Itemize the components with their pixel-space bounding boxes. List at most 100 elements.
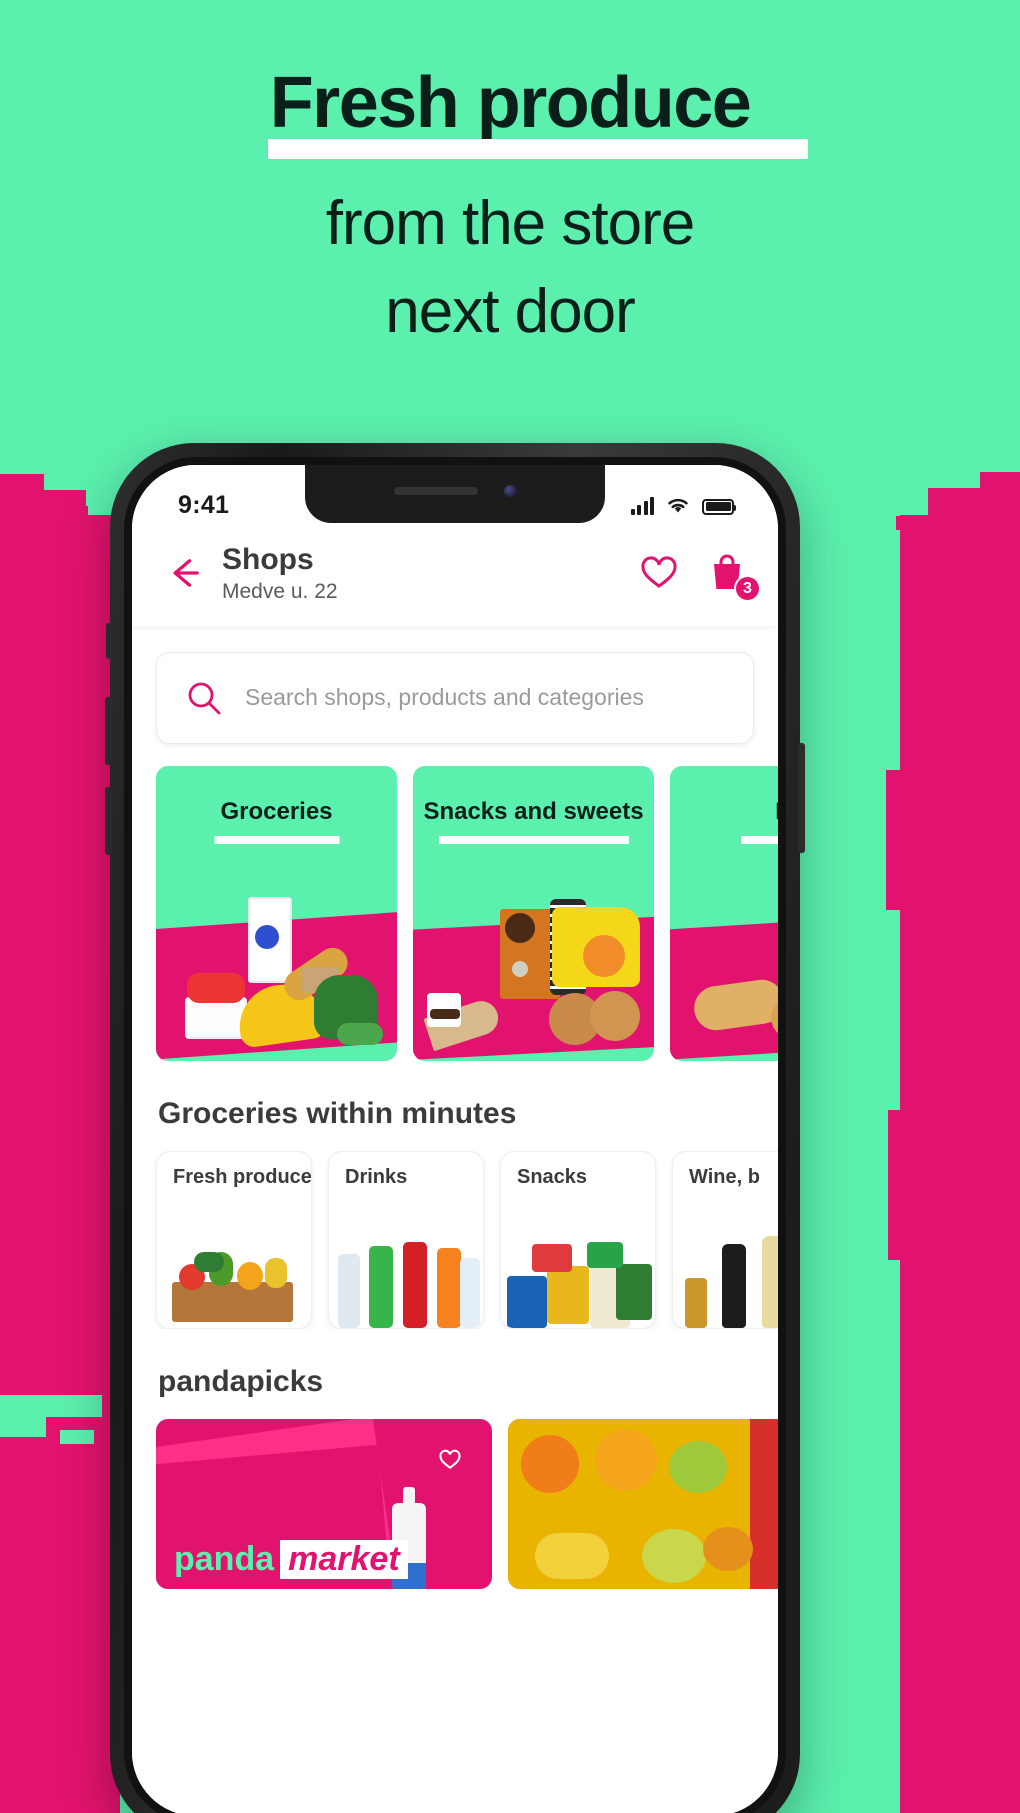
subcategory-tile-drinks[interactable]: Drinks <box>328 1150 484 1329</box>
torn-notch <box>0 1395 102 1417</box>
cellular-bars-icon <box>630 496 654 515</box>
pandapicks-card-produce[interactable] <box>508 1418 778 1589</box>
category-card-underline <box>740 835 778 844</box>
category-card-image <box>670 856 778 1061</box>
phone-bezel: 9:41 Shops Medve u. 22 3 Search shops, p… <box>124 457 786 1813</box>
pepper <box>264 1257 287 1288</box>
phone-screen: 9:41 Shops Medve u. 22 3 Search shops, p… <box>132 465 778 1813</box>
phone-power-button[interactable] <box>798 743 805 853</box>
fanta-bottle <box>436 1247 461 1328</box>
subcategory-tile-wine-beer[interactable]: Wine, b <box>672 1150 778 1329</box>
subcategory-tile-label: Snacks <box>517 1165 588 1188</box>
heart-outline-icon <box>439 1449 461 1469</box>
subcategory-tile-label: Wine, b <box>689 1165 760 1188</box>
hero-headline-text: Fresh produce <box>269 63 752 143</box>
subcategory-tile-snacks[interactable]: Snacks <box>500 1150 656 1329</box>
cart-button[interactable]: 3 <box>706 551 761 602</box>
phone-notch <box>305 465 605 523</box>
page-subtitle: Medve u. 22 <box>222 579 338 603</box>
pandamarket-logo-part1: panda <box>174 1539 275 1578</box>
app-header: Shops Medve u. 22 3 <box>132 529 778 626</box>
arrow-left-icon[interactable] <box>162 551 206 595</box>
cart-count-badge: 3 <box>734 575 761 602</box>
cereal-box-logo <box>504 912 535 943</box>
pandamarket-logo: panda market <box>174 1539 408 1579</box>
green-grapes <box>669 1440 728 1493</box>
wine-bottle <box>762 1235 778 1328</box>
search-input[interactable] <box>245 684 725 711</box>
torn-notch <box>0 1417 46 1437</box>
pandapicks-favorite-button[interactable] <box>426 1434 474 1483</box>
torn-paper-left-body <box>0 515 120 1813</box>
pandapicks-carousel[interactable]: panda market <box>132 1399 778 1589</box>
orange <box>702 1526 753 1571</box>
water-bottle <box>459 1257 480 1328</box>
orange <box>595 1428 658 1491</box>
phone-mockup: 9:41 Shops Medve u. 22 3 Search shops, p… <box>105 443 805 1813</box>
pandamarket-logo-part2: market <box>280 1539 408 1579</box>
phone-volume-up-button[interactable] <box>105 697 112 765</box>
status-indicators <box>630 496 736 515</box>
category-carousel[interactable]: Groceries Snacks and sweets <box>132 744 778 1061</box>
water-bottle <box>338 1253 361 1328</box>
search-icon <box>188 682 221 714</box>
section-title-groceries-within-minutes: Groceries within minutes <box>158 1096 517 1130</box>
search-bar[interactable] <box>156 651 754 744</box>
candy-pack <box>531 1243 572 1272</box>
status-time: 9:41 <box>178 490 230 519</box>
pandapicks-card-pandamarket[interactable]: panda market <box>156 1418 492 1589</box>
torn-fragment <box>888 1110 900 1260</box>
favorites-button[interactable] <box>638 551 680 593</box>
category-card-snacks-and-sweets[interactable]: Snacks and sweets <box>413 765 654 1061</box>
torn-fragment <box>886 770 900 910</box>
subcategory-tile-fresh-produce[interactable]: Fresh produce <box>156 1150 312 1329</box>
beer-can <box>685 1277 708 1328</box>
hero-underline <box>267 138 808 159</box>
ice-cream-stripe <box>429 1008 460 1019</box>
snack-pack <box>615 1263 652 1320</box>
hero-subheadline: from the store next door <box>0 180 1020 356</box>
hero-headline: Fresh produce <box>267 63 808 159</box>
category-card-label: Snacks and sweets <box>423 797 644 825</box>
header-titles: Shops Medve u. 22 <box>222 543 638 604</box>
subcategory-tile-image <box>329 1210 483 1328</box>
subcategory-carousel[interactable]: Fresh produce Drinks Snacks Wine, b <box>132 1131 778 1329</box>
melon <box>642 1528 707 1583</box>
category-card-label: Groceries <box>220 797 333 825</box>
category-card-bakery[interactable]: Ba <box>670 765 778 1061</box>
category-card-underline <box>214 835 339 844</box>
category-card-image <box>156 856 397 1061</box>
broccoli <box>193 1251 224 1272</box>
category-card-groceries[interactable]: Groceries <box>156 765 397 1061</box>
category-card-underline <box>438 835 629 844</box>
app-viewport: 9:41 Shops Medve u. 22 3 Search shops, p… <box>132 465 778 1813</box>
torn-fragment <box>896 516 916 530</box>
subcategory-tile-image <box>673 1210 778 1328</box>
orange <box>521 1434 580 1493</box>
subcategory-tile-label: Drinks <box>345 1165 408 1188</box>
dark-bottle <box>722 1243 747 1328</box>
torn-paper-right-body <box>900 515 1020 1813</box>
milk-carton-dot <box>254 924 279 949</box>
phone-volume-down-button[interactable] <box>105 787 112 855</box>
page-title: Shops <box>222 543 314 576</box>
subcategory-tile-image <box>501 1210 655 1328</box>
torn-fragment <box>930 504 958 520</box>
corn <box>534 1532 609 1579</box>
cereal-box-dot <box>511 960 528 977</box>
sprite-bottle <box>369 1245 394 1328</box>
snack-pack <box>587 1241 624 1268</box>
search-section <box>132 625 778 744</box>
haribo-pack <box>547 1265 590 1324</box>
cookie <box>589 990 640 1041</box>
earpiece-speaker <box>393 487 478 495</box>
wifi-icon <box>668 498 688 512</box>
torn-fragment <box>58 506 88 522</box>
subcategory-tile-label: Fresh produce <box>173 1165 312 1188</box>
torn-notch <box>60 1430 94 1444</box>
lettuce <box>336 1022 383 1045</box>
header-actions: 3 <box>638 551 761 602</box>
torn-paper-right <box>870 470 1020 1813</box>
heart-outline-icon <box>641 556 677 588</box>
phone-mute-switch[interactable] <box>106 623 112 659</box>
